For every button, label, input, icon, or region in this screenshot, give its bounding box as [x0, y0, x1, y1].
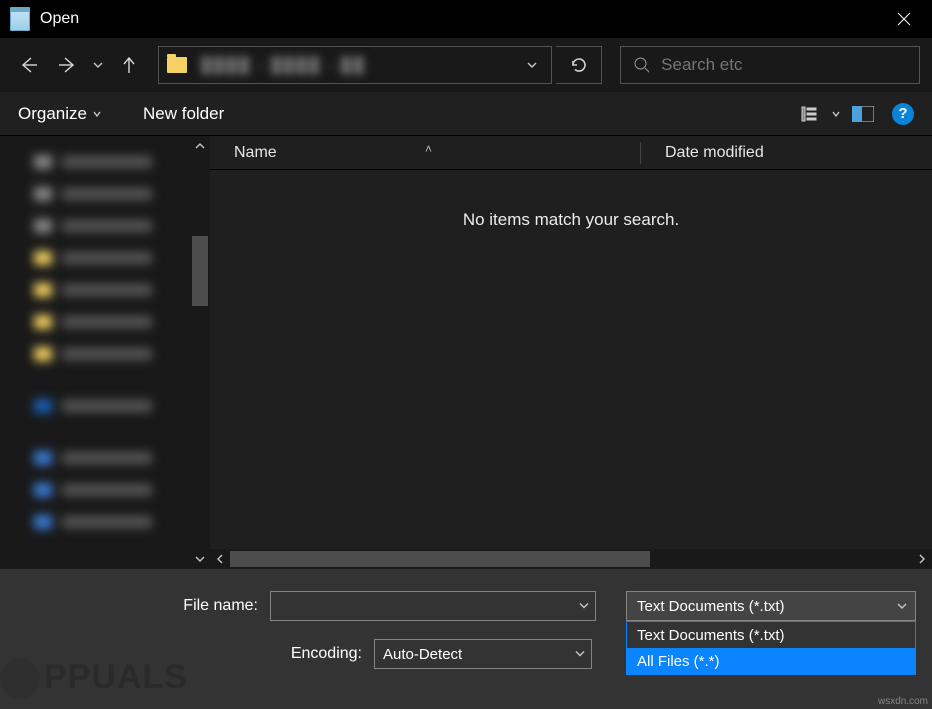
column-name-label: Name: [234, 144, 277, 161]
scroll-left-button[interactable]: [210, 549, 230, 569]
scrollbar-track[interactable]: [230, 549, 912, 569]
navigation-bar: ████ › ████ › ██: [0, 38, 932, 92]
sidebar-item[interactable]: [0, 506, 210, 538]
empty-state-message: No items match your search.: [210, 170, 932, 549]
scroll-down-button[interactable]: [190, 549, 210, 569]
column-headers: ˄ Name Date modified: [210, 136, 932, 170]
chevron-down-icon: [527, 60, 537, 70]
sidebar-item[interactable]: [0, 442, 210, 474]
view-dropdown-button[interactable]: [828, 100, 844, 128]
arrow-right-icon: [55, 53, 79, 77]
file-list-area: ˄ Name Date modified No items match your…: [210, 136, 932, 569]
view-list-icon: [800, 105, 818, 123]
filetype-filter: Text Documents (*.txt) Text Documents (*…: [626, 591, 916, 675]
column-header-date[interactable]: Date modified: [641, 144, 932, 162]
filetype-select[interactable]: Text Documents (*.txt): [626, 591, 916, 621]
preview-pane-icon: [852, 106, 874, 122]
close-button[interactable]: [876, 0, 932, 38]
filetype-option-txt[interactable]: Text Documents (*.txt): [627, 622, 915, 648]
address-history-button[interactable]: [521, 60, 543, 70]
help-button[interactable]: ?: [892, 103, 914, 125]
back-button[interactable]: [12, 48, 46, 82]
chevron-down-icon: [832, 110, 840, 118]
chevron-down-icon: [575, 649, 585, 659]
filename-history-button[interactable]: [579, 598, 589, 615]
sidebar-item[interactable]: [0, 338, 210, 370]
encoding-select[interactable]: Auto-Detect: [374, 639, 592, 669]
sidebar-item[interactable]: [0, 390, 210, 422]
command-toolbar: Organize New folder ?: [0, 92, 932, 136]
filetype-option-all[interactable]: All Files (*.*): [627, 648, 915, 674]
encoding-value: Auto-Detect: [383, 646, 462, 663]
horizontal-scrollbar[interactable]: [210, 549, 932, 569]
navigation-sidebar[interactable]: [0, 136, 210, 569]
notepad-app-icon: [10, 7, 30, 31]
chevron-left-icon: [215, 554, 225, 564]
scrollbar-thumb[interactable]: [192, 236, 208, 306]
scroll-right-button[interactable]: [912, 549, 932, 569]
chevron-right-icon: [917, 554, 927, 564]
help-icon: ?: [898, 105, 907, 122]
sidebar-item[interactable]: [0, 178, 210, 210]
chevron-up-icon: [195, 141, 205, 151]
address-bar[interactable]: ████ › ████ › ██: [158, 46, 552, 84]
close-icon: [897, 12, 911, 26]
refresh-icon: [570, 56, 588, 74]
search-box[interactable]: [620, 46, 920, 84]
title-bar: Open: [0, 0, 932, 38]
search-icon: [633, 56, 649, 74]
source-credit: wsxdn.com: [878, 696, 928, 707]
address-path: ████ › ████ › ██: [201, 57, 521, 74]
filetype-selected: Text Documents (*.txt): [637, 598, 785, 615]
sidebar-item[interactable]: [0, 242, 210, 274]
scroll-up-button[interactable]: [190, 136, 210, 156]
sidebar-item[interactable]: [0, 210, 210, 242]
scrollbar-thumb[interactable]: [230, 551, 650, 567]
sort-indicator-icon: ˄: [425, 142, 432, 156]
sidebar-item[interactable]: [0, 474, 210, 506]
new-folder-button[interactable]: New folder: [143, 104, 224, 124]
bottom-panel: PPUALS File name: Encoding: Auto-Detect …: [0, 569, 932, 709]
search-input[interactable]: [661, 55, 907, 75]
filetype-dropdown-list: Text Documents (*.txt) All Files (*.*): [626, 621, 916, 675]
arrow-left-icon: [17, 53, 41, 77]
chevron-down-icon: [579, 601, 589, 611]
folder-icon: [167, 57, 187, 73]
sidebar-scrollbar[interactable]: [190, 136, 210, 569]
chevron-down-icon: [93, 60, 103, 70]
organize-label: Organize: [18, 104, 87, 124]
chevron-down-icon: [195, 554, 205, 564]
filename-input[interactable]: [270, 591, 596, 621]
filename-label: File name:: [14, 597, 270, 615]
watermark: PPUALS: [0, 658, 188, 699]
forward-button[interactable]: [50, 48, 84, 82]
chevron-down-icon: [897, 601, 907, 611]
organize-menu[interactable]: Organize: [18, 104, 101, 124]
preview-pane-button[interactable]: [848, 100, 878, 128]
chevron-down-icon: [93, 110, 101, 118]
window-title: Open: [40, 10, 876, 28]
arrow-up-icon: [119, 55, 139, 75]
up-button[interactable]: [112, 48, 146, 82]
sidebar-item[interactable]: [0, 146, 210, 178]
change-view-button[interactable]: [794, 100, 824, 128]
refresh-button[interactable]: [556, 46, 602, 84]
recent-locations-button[interactable]: [88, 48, 108, 82]
column-header-name[interactable]: ˄ Name: [210, 144, 640, 162]
sidebar-item[interactable]: [0, 274, 210, 306]
dialog-body: ˄ Name Date modified No items match your…: [0, 136, 932, 569]
sidebar-item[interactable]: [0, 306, 210, 338]
scrollbar-track[interactable]: [190, 156, 210, 549]
